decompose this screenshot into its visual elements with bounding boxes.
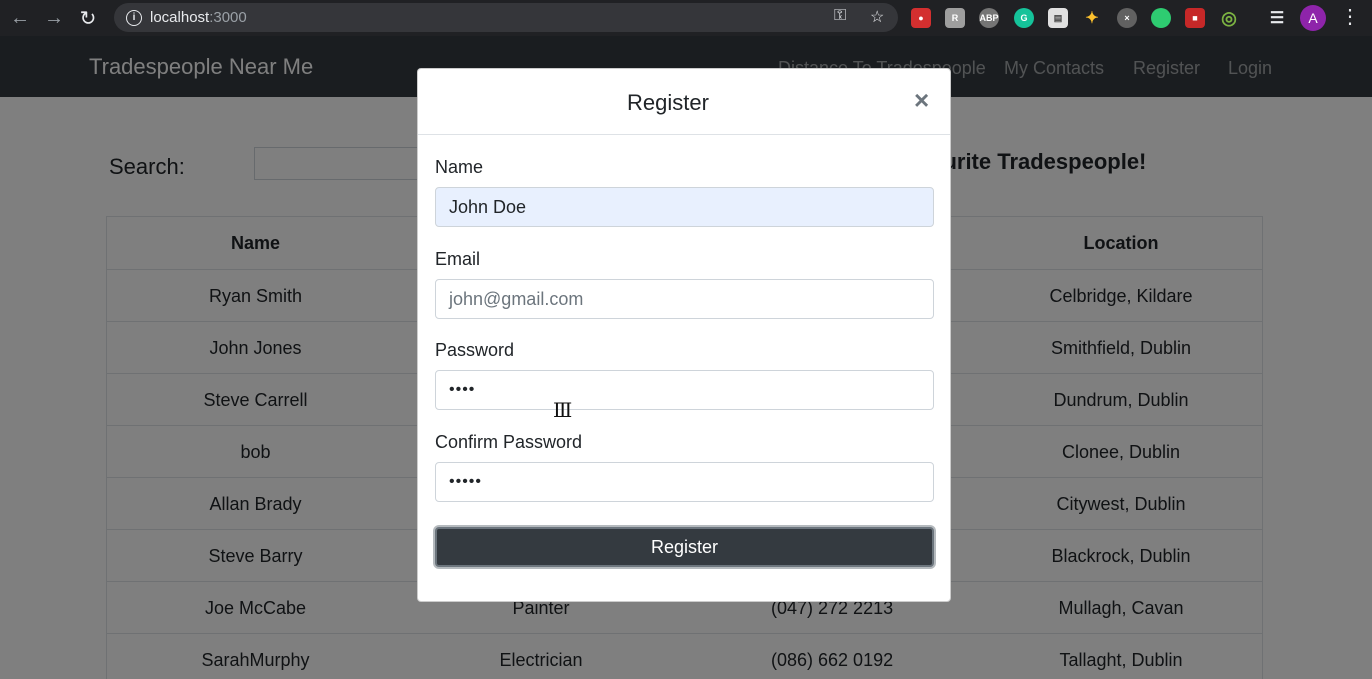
avatar[interactable]: A [1300, 5, 1326, 31]
register-submit-button[interactable]: Register [435, 527, 934, 567]
modal-header: Register × [418, 69, 950, 135]
grammarly-icon[interactable]: G [1014, 8, 1034, 28]
email-field[interactable]: john@gmail.com [435, 279, 934, 319]
password-label: Password [435, 340, 515, 360]
url-text[interactable]: localhost:3000 [150, 9, 247, 26]
adblock-icon[interactable]: ABP [979, 8, 999, 28]
register-modal: Register × Name John Doe Email john@gmai… [417, 68, 951, 602]
extension-icon[interactable]: × [1117, 8, 1137, 28]
modal-title: Register [627, 90, 709, 115]
target-icon[interactable]: ◎ [1219, 8, 1239, 28]
name-label: Name [435, 157, 484, 177]
extension-icon[interactable]: R [945, 8, 965, 28]
document-icon[interactable]: ▤ [1048, 8, 1068, 28]
key-icon[interactable]: ⚿ [834, 7, 846, 25]
reload-icon[interactable]: ↻ [74, 4, 102, 32]
confirm-password-label: Confirm Password [435, 432, 583, 452]
email-label: Email [435, 249, 481, 269]
back-icon[interactable]: ← [6, 4, 34, 32]
more-menu-icon[interactable]: ⋮ [1340, 4, 1360, 29]
forward-icon[interactable]: → [40, 4, 68, 32]
extension-icon[interactable] [1151, 8, 1171, 28]
extension-icon[interactable]: ● [911, 8, 931, 28]
address-bar[interactable]: i localhost:3000 ⚿ ☆ [114, 3, 898, 32]
url-host: localhost [150, 9, 210, 26]
extension-icon[interactable]: ■ [1185, 8, 1205, 28]
text-cursor-icon: Ⅲ [553, 398, 573, 422]
info-icon[interactable]: i [126, 9, 142, 26]
password-field[interactable]: •••• [435, 370, 934, 410]
confirm-password-field[interactable]: ••••• [435, 462, 934, 502]
close-icon[interactable]: × [914, 87, 929, 113]
sparkle-icon[interactable]: ✦ [1082, 8, 1102, 28]
star-icon[interactable]: ☆ [870, 7, 884, 27]
url-port: :3000 [209, 9, 247, 26]
media-queue-icon[interactable]: ☰ [1267, 8, 1287, 28]
browser-toolbar: ← → ↻ i localhost:3000 ⚿ ☆ ● R ABP G ▤ ✦… [0, 0, 1372, 36]
name-field[interactable]: John Doe [435, 187, 934, 227]
